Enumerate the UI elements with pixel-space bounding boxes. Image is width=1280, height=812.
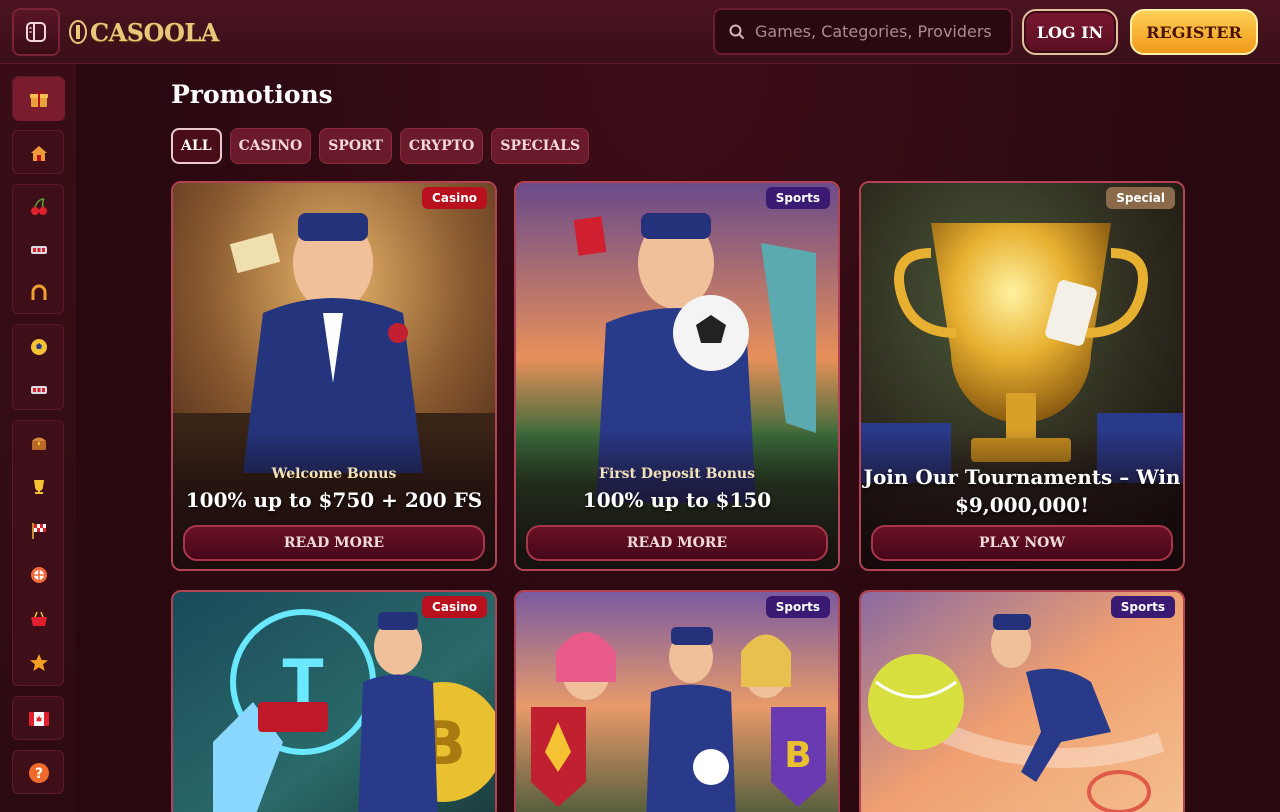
filter-all[interactable]: ALL <box>171 128 222 164</box>
sidebar-item-live[interactable] <box>13 368 65 412</box>
sidebar: ? <box>0 64 76 812</box>
promo-card-tournaments[interactable]: Special Join Our Tournaments – Win $9,00… <box>859 181 1185 571</box>
sidebar-item-home[interactable] <box>13 131 65 175</box>
promo-headline: Join Our Tournaments – Win $9,000,000! <box>863 465 1181 517</box>
filter-specials[interactable]: SPECIALS <box>491 128 590 164</box>
sidebar-item-treasure[interactable] <box>13 421 65 465</box>
sidebar-item-tournaments[interactable] <box>13 465 65 509</box>
read-more-button[interactable]: READ MORE <box>183 525 485 561</box>
sidebar-item-lucky[interactable] <box>13 271 65 315</box>
menu-toggle-button[interactable] <box>12 8 60 56</box>
page-title: Promotions <box>171 80 333 109</box>
filter-crypto[interactable]: CRYPTO <box>399 128 484 164</box>
category-badge: Sports <box>765 596 830 618</box>
play-now-button[interactable]: PLAY NOW <box>871 525 1173 561</box>
sidebar-item-sports[interactable] <box>13 325 65 369</box>
category-badge: Special <box>1106 187 1175 209</box>
horseshoe-icon <box>31 284 47 300</box>
help-button[interactable]: ? <box>13 751 65 795</box>
register-button[interactable]: REGISTER <box>1130 9 1258 55</box>
filter-casino[interactable]: CASINO <box>229 128 312 164</box>
sidebar-group-home <box>12 130 64 174</box>
search-icon <box>729 24 745 39</box>
site-logo[interactable]: CASOOLA <box>68 14 219 50</box>
filter-sport[interactable]: SPORT <box>319 128 392 164</box>
promo-card-first-deposit[interactable]: Sports First Deposit Bonus 100% up to $1… <box>514 181 840 571</box>
promo-card-crypto[interactable]: T B Casino <box>171 590 497 812</box>
sidebar-item-vip[interactable] <box>13 641 65 685</box>
promo-headline: 100% up to $150 <box>582 488 772 512</box>
trophy-icon <box>34 480 44 494</box>
star-icon <box>30 654 48 671</box>
top-header: CASOOLA LOG IN REGISTER <box>0 0 1280 64</box>
category-badge: Sports <box>765 187 830 209</box>
category-badge: Casino <box>422 596 487 618</box>
help-icon: ? <box>29 763 49 783</box>
sidebar-item-casino[interactable] <box>13 185 65 229</box>
gift-icon <box>30 91 48 107</box>
main-content: Promotions ALL CASINO SPORT CRYPTO SPECI… <box>76 64 1280 812</box>
promo-subtitle: Welcome Bonus <box>271 466 397 482</box>
sidebar-toggle-icon <box>26 22 46 42</box>
promo-card-welcome[interactable]: Casino Welcome Bonus 100% up to $750 + 2… <box>171 181 497 571</box>
svg-text:B: B <box>784 735 811 776</box>
sidebar-group-help: ? <box>12 750 64 794</box>
category-badge: Casino <box>422 187 487 209</box>
read-more-button[interactable]: READ MORE <box>526 525 828 561</box>
search-box[interactable] <box>713 8 1013 55</box>
category-badge: Sports <box>1110 596 1175 618</box>
sidebar-group-extras <box>12 420 64 686</box>
login-button[interactable]: LOG IN <box>1022 9 1118 55</box>
cherry-icon <box>31 198 47 215</box>
sidebar-group-promotions <box>12 76 65 121</box>
promo-filter-bar: ALL CASINO SPORT CRYPTO SPECIALS <box>171 128 590 164</box>
crypto-illustration: T B <box>173 592 495 812</box>
search-input[interactable] <box>755 22 995 41</box>
slot-machine-icon <box>31 246 47 254</box>
tennis-illustration <box>861 592 1183 812</box>
football-fans-illustration: B <box>516 592 838 812</box>
sidebar-item-wheel[interactable] <box>13 553 65 597</box>
promo-headline: 100% up to $750 + 200 FS <box>185 488 483 512</box>
promo-subtitle: First Deposit Bonus <box>599 466 755 482</box>
sidebar-group-language <box>12 696 64 740</box>
sidebar-item-shop[interactable] <box>13 597 65 641</box>
sidebar-group-sports <box>12 324 64 410</box>
sidebar-item-racing[interactable] <box>13 509 65 553</box>
promo-card-sports-2[interactable]: B Sports <box>514 590 840 812</box>
svg-text:?: ? <box>35 766 43 782</box>
treasure-chest-icon <box>32 437 46 450</box>
language-selector[interactable] <box>13 697 65 741</box>
promo-card-sports-3[interactable]: Sports <box>859 590 1185 812</box>
logo-text: CASOOLA <box>90 17 219 47</box>
logo-emblem-icon <box>69 20 87 44</box>
sidebar-item-slots[interactable] <box>13 228 65 272</box>
basket-icon <box>31 611 47 626</box>
slot-machine-icon <box>31 386 47 394</box>
soccer-ball-icon <box>31 339 47 355</box>
home-icon <box>31 146 47 161</box>
sidebar-item-promotions[interactable] <box>13 77 65 121</box>
canada-flag-icon <box>29 712 49 726</box>
race-flag-icon <box>32 523 46 539</box>
wheel-icon <box>31 567 47 583</box>
sidebar-group-casino <box>12 184 64 314</box>
